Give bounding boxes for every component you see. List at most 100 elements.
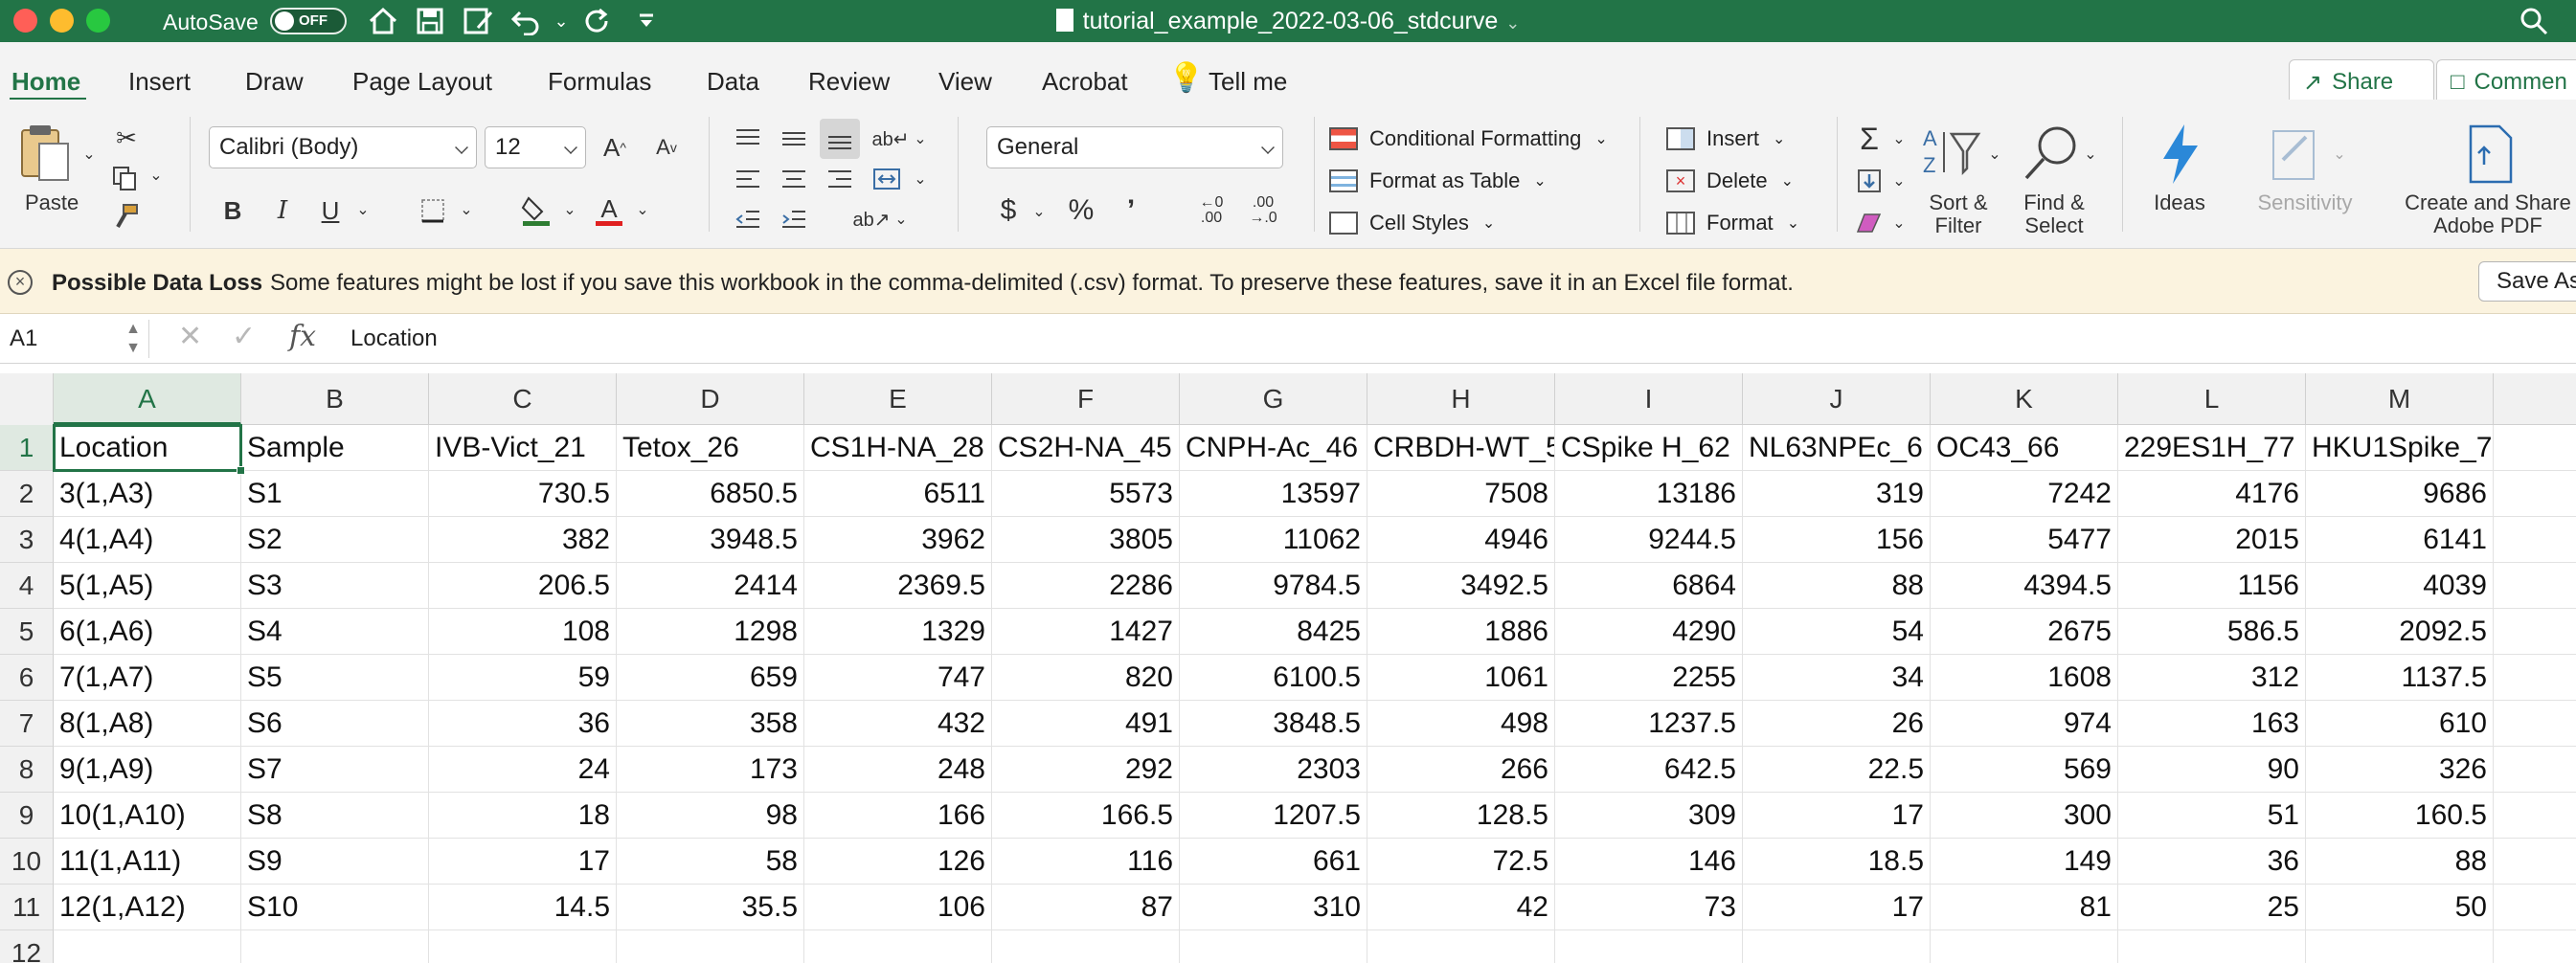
tab-formulas[interactable]: Formulas — [548, 67, 651, 97]
column-header-k[interactable]: K — [1931, 373, 2118, 425]
cell-h11[interactable]: 42 — [1367, 885, 1555, 930]
cell-j10[interactable]: 18.5 — [1743, 839, 1931, 885]
column-header-g[interactable]: G — [1180, 373, 1367, 425]
cell-i1[interactable]: CSpike H_62 — [1555, 425, 1743, 471]
format-cells-button[interactable]: Format ⌄ — [1666, 205, 1799, 241]
cell-b9[interactable]: S8 — [241, 793, 429, 839]
tab-data[interactable]: Data — [707, 67, 759, 97]
row-header-8[interactable]: 8 — [0, 747, 54, 793]
cell-c4[interactable]: 206.5 — [429, 563, 617, 609]
delete-cells-button[interactable]: × Delete ⌄ — [1666, 163, 1794, 199]
tab-tell-me[interactable]: Tell me — [1209, 67, 1287, 97]
clear-dropdown-chevron-icon[interactable]: ⌄ — [1888, 213, 1909, 234]
borders-icon[interactable] — [414, 193, 452, 228]
column-header-d[interactable]: D — [617, 373, 804, 425]
italic-icon[interactable]: I — [266, 193, 299, 228]
font-name-dropdown[interactable]: Calibri (Body) — [209, 126, 477, 168]
autosum-dropdown-chevron-icon[interactable]: ⌄ — [1888, 128, 1909, 149]
cell-a10[interactable]: 11(1,A11) — [54, 839, 241, 885]
cell-i7[interactable]: 1237.5 — [1555, 701, 1743, 747]
cell-h9[interactable]: 128.5 — [1367, 793, 1555, 839]
cell-j5[interactable]: 54 — [1743, 609, 1931, 655]
column-header-e[interactable]: E — [804, 373, 992, 425]
cell-m3[interactable]: 6141 — [2306, 517, 2494, 563]
cell-i8[interactable]: 642.5 — [1555, 747, 1743, 793]
cell-b6[interactable]: S5 — [241, 655, 429, 701]
cell-g6[interactable]: 6100.5 — [1180, 655, 1367, 701]
tab-page-layout[interactable]: Page Layout — [352, 67, 492, 97]
cell-b10[interactable]: S9 — [241, 839, 429, 885]
cell-l10[interactable]: 36 — [2118, 839, 2306, 885]
cell-f1[interactable]: CS2H-NA_45 — [992, 425, 1180, 471]
cell-a11[interactable]: 12(1,A12) — [54, 885, 241, 930]
decrease-font-size-icon[interactable]: Av — [647, 128, 686, 167]
cell-j7[interactable]: 26 — [1743, 701, 1931, 747]
cell-i9[interactable]: 309 — [1555, 793, 1743, 839]
cut-icon[interactable]: ✂ — [109, 121, 144, 155]
cell-blank-tail[interactable] — [2494, 930, 2576, 963]
cell-m1[interactable]: HKU1Spike_78 — [2306, 425, 2494, 471]
comma-style-icon[interactable]: ’ — [1115, 193, 1147, 228]
tab-acrobat[interactable]: Acrobat — [1042, 67, 1128, 97]
cell-i5[interactable]: 4290 — [1555, 609, 1743, 655]
cell-blank-tail[interactable] — [2494, 701, 2576, 747]
insert-function-icon[interactable]: fx — [289, 320, 316, 353]
cell-h2[interactable]: 7508 — [1367, 471, 1555, 517]
cell-g7[interactable]: 3848.5 — [1180, 701, 1367, 747]
cell-l7[interactable]: 163 — [2118, 701, 2306, 747]
cell-e6[interactable]: 747 — [804, 655, 992, 701]
cell-c7[interactable]: 36 — [429, 701, 617, 747]
cell-d3[interactable]: 3948.5 — [617, 517, 804, 563]
cell-j11[interactable]: 17 — [1743, 885, 1931, 930]
cell-l5[interactable]: 586.5 — [2118, 609, 2306, 655]
cell-i6[interactable]: 2255 — [1555, 655, 1743, 701]
cell-a4[interactable]: 5(1,A5) — [54, 563, 241, 609]
cell-j8[interactable]: 22.5 — [1743, 747, 1931, 793]
accounting-dropdown-chevron-icon[interactable]: ⌄ — [1028, 201, 1050, 222]
cell-c9[interactable]: 18 — [429, 793, 617, 839]
cell-f10[interactable]: 116 — [992, 839, 1180, 885]
cell-g11[interactable]: 310 — [1180, 885, 1367, 930]
font-color-icon[interactable]: A — [590, 191, 628, 230]
cell-c8[interactable]: 24 — [429, 747, 617, 793]
paste-dropdown-chevron-icon[interactable]: ⌄ — [79, 144, 100, 165]
format-as-table-button[interactable]: Format as Table ⌄ — [1329, 163, 1547, 199]
share-button[interactable]: ↗ Share — [2289, 59, 2434, 105]
cell-l3[interactable]: 2015 — [2118, 517, 2306, 563]
font-size-dropdown[interactable]: 12 — [485, 126, 586, 168]
cell-d11[interactable]: 35.5 — [617, 885, 804, 930]
cell-m8[interactable]: 326 — [2306, 747, 2494, 793]
cell-c5[interactable]: 108 — [429, 609, 617, 655]
wrap-text-dropdown-chevron-icon[interactable]: ⌄ — [910, 128, 931, 149]
cell-e11[interactable]: 106 — [804, 885, 992, 930]
sort-filter-icon[interactable]: AZ — [1917, 123, 1994, 184]
format-painter-icon[interactable] — [109, 199, 144, 234]
cell-e9[interactable]: 166 — [804, 793, 992, 839]
cell-d12[interactable] — [617, 930, 804, 963]
cell-f4[interactable]: 2286 — [992, 563, 1180, 609]
cell-f8[interactable]: 292 — [992, 747, 1180, 793]
column-header-b[interactable]: B — [241, 373, 429, 425]
row-header-3[interactable]: 3 — [0, 517, 54, 563]
cell-g3[interactable]: 11062 — [1180, 517, 1367, 563]
find-select-icon[interactable] — [2017, 123, 2086, 184]
orientation-dropdown-chevron-icon[interactable]: ⌄ — [891, 209, 912, 230]
cell-l11[interactable]: 25 — [2118, 885, 2306, 930]
cell-c10[interactable]: 17 — [429, 839, 617, 885]
row-header-12[interactable]: 12 — [0, 930, 54, 963]
cancel-entry-icon[interactable]: ✕ — [178, 320, 202, 353]
cell-styles-button[interactable]: Cell Styles ⌄ — [1329, 205, 1495, 241]
column-header-a[interactable]: A — [54, 373, 241, 425]
create-pdf-label[interactable]: Create and Share Adobe PDF — [2392, 191, 2576, 237]
cell-c1[interactable]: IVB-Vict_21 — [429, 425, 617, 471]
cell-b1[interactable]: Sample — [241, 425, 429, 471]
fill-color-dropdown-chevron-icon[interactable]: ⌄ — [559, 199, 580, 220]
column-header-l[interactable]: L — [2118, 373, 2306, 425]
cell-g8[interactable]: 2303 — [1180, 747, 1367, 793]
cell-f5[interactable]: 1427 — [992, 609, 1180, 655]
tab-insert[interactable]: Insert — [128, 67, 191, 97]
cell-h1[interactable]: CRBDH-WT_5 — [1367, 425, 1555, 471]
find-select-label[interactable]: Find & Select — [2021, 191, 2088, 237]
row-header-11[interactable]: 11 — [0, 885, 54, 930]
cell-f9[interactable]: 166.5 — [992, 793, 1180, 839]
